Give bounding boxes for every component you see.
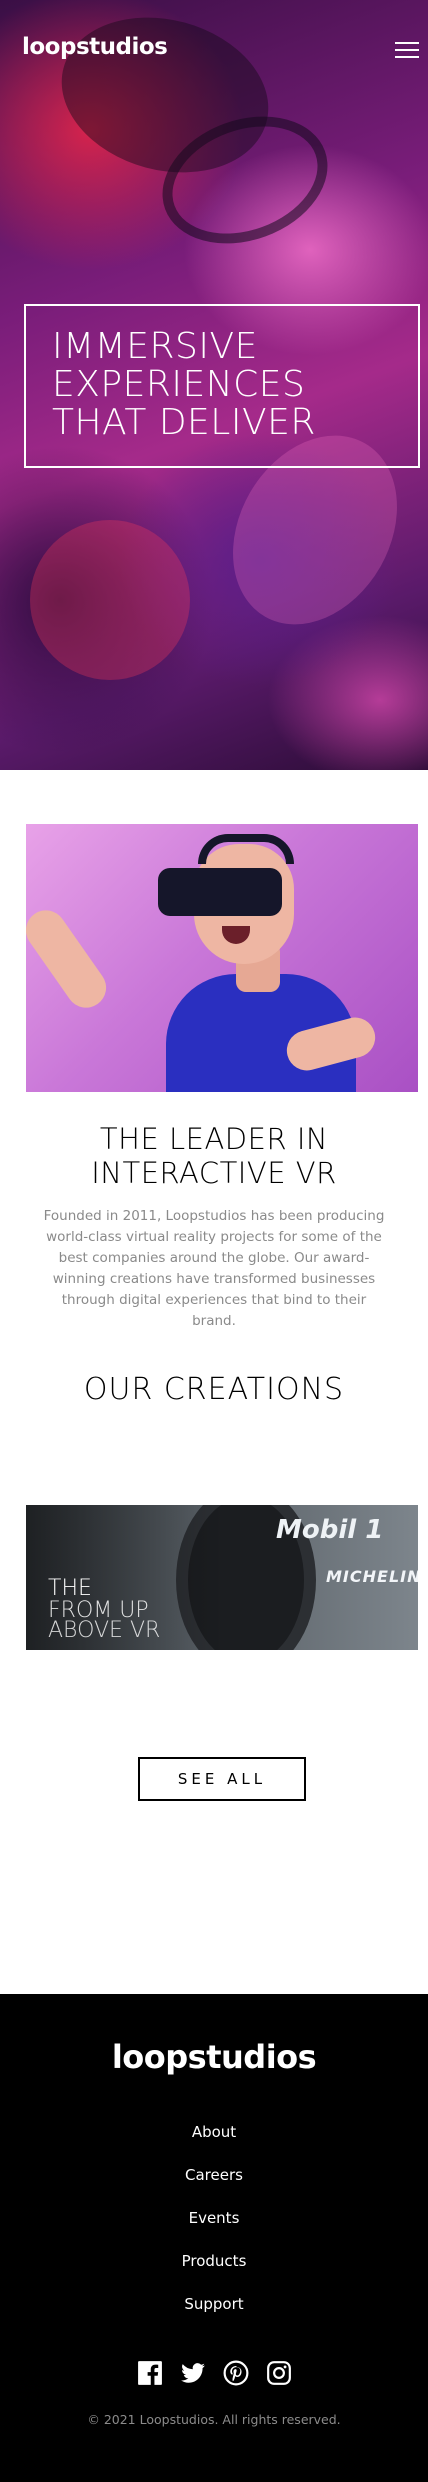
creation-card[interactable]: Mobil 1 MICHELIN The From up Above VR — [26, 1505, 418, 1650]
copyright-text: © 2021 Loopstudios. All rights reserved. — [87, 2412, 341, 2427]
social-links — [0, 2360, 428, 2386]
hero-title: Immersive experiences that deliver — [52, 326, 316, 443]
hamburger-bar — [395, 42, 419, 44]
intro-image — [26, 824, 418, 1092]
facebook-icon[interactable] — [137, 2360, 163, 2386]
footer-nav-events[interactable]: Events — [0, 2208, 428, 2251]
card-title-line: The — [48, 1576, 92, 1601]
footer-logo[interactable]: loopstudios — [0, 2038, 428, 2076]
intro-title: The leader in interactive VR — [91, 1122, 337, 1190]
pinterest-icon[interactable] — [223, 2360, 249, 2386]
image-detail — [198, 834, 294, 864]
instagram-icon[interactable] — [266, 2360, 292, 2386]
hero-background-shape — [30, 520, 190, 680]
hero-section: loopstudios Immersive experiences that d… — [0, 0, 428, 770]
footer-nav: About Careers Events Products Support — [0, 2122, 428, 2337]
card-brand-text: MICHELIN — [326, 1567, 418, 1586]
intro-text: Founded in 2011, Loopstudios has been pr… — [43, 1208, 385, 1329]
footer-nav-products[interactable]: Products — [0, 2251, 428, 2294]
card-brand-text: Mobil 1 — [276, 1515, 384, 1545]
hamburger-menu-icon[interactable] — [395, 42, 419, 58]
hero-title-box: Immersive experiences that deliver — [24, 304, 420, 468]
footer: loopstudios About Careers Events Product… — [0, 1994, 428, 2482]
footer-nav-careers[interactable]: Careers — [0, 2165, 428, 2208]
twitter-icon[interactable] — [180, 2360, 206, 2386]
creations-title: Our creations — [83, 1372, 345, 1407]
hamburger-bar — [395, 49, 419, 51]
footer-nav-about[interactable]: About — [0, 2122, 428, 2165]
image-detail — [26, 902, 114, 1016]
header-logo[interactable]: loopstudios — [22, 34, 168, 60]
card-title-line: Above VR — [48, 1618, 161, 1643]
footer-nav-support[interactable]: Support — [0, 2294, 428, 2337]
hamburger-bar — [395, 56, 419, 58]
see-all-button[interactable]: SEE ALL — [138, 1757, 306, 1801]
vr-headset — [158, 868, 282, 916]
